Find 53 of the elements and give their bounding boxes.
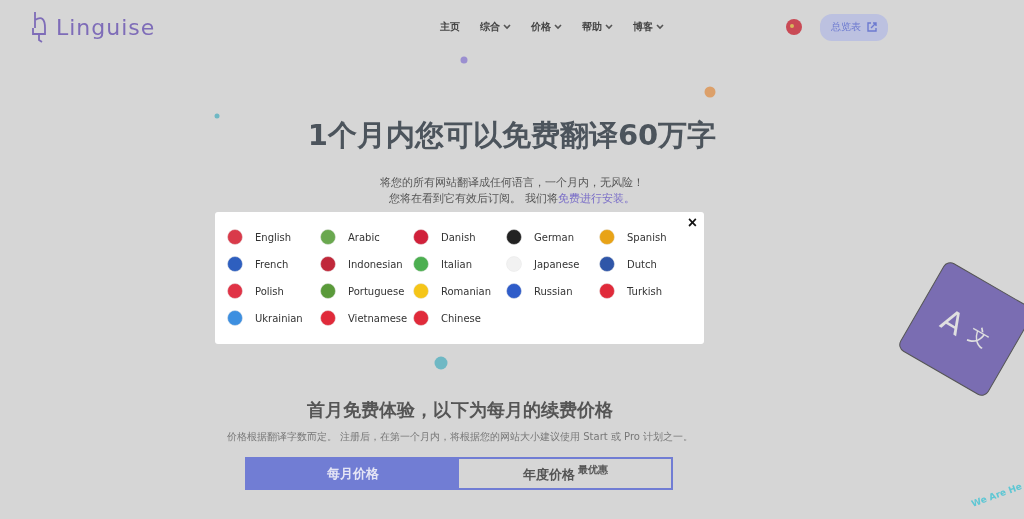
hero-subtitle: 您将在看到它有效后订阅。 我们将免费进行安装。: [388, 192, 636, 206]
flag-icon: [227, 310, 243, 326]
flag-icon: [506, 229, 522, 245]
flag-icon[interactable]: [786, 19, 802, 35]
language-option[interactable]: Turkish: [627, 285, 663, 297]
language-option[interactable]: Indonesian: [348, 258, 403, 270]
external-link-icon: [867, 22, 877, 32]
hero-subtitle: 将您的所有网站翻译成任何语言，一个月内，无风险！: [379, 176, 645, 190]
flag-icon: [413, 310, 429, 326]
hero-title: 1个月内您可以免费翻译60万字: [306, 117, 718, 154]
flag-icon: [413, 256, 429, 272]
flag-icon: [320, 229, 336, 245]
language-option[interactable]: English: [255, 231, 292, 243]
language-option[interactable]: Danish: [441, 231, 476, 243]
decor-dot: [704, 86, 716, 98]
nav-link[interactable]: 价格: [531, 20, 562, 34]
language-option[interactable]: German: [534, 231, 575, 243]
language-option[interactable]: Vietnamese: [348, 312, 408, 324]
close-button[interactable]: ×: [685, 214, 699, 232]
nav-link[interactable]: 帮助: [582, 20, 613, 34]
logo-icon: [30, 10, 48, 44]
decor-dot: [214, 113, 220, 119]
language-option[interactable]: Dutch: [627, 258, 657, 270]
language-option[interactable]: French: [255, 258, 289, 270]
pricing-heading: 首月免费体验，以下为每月的续费价格: [306, 398, 614, 422]
language-option[interactable]: Italian: [441, 258, 473, 270]
nav-link[interactable]: 综合: [480, 20, 511, 34]
flag-icon: [599, 283, 615, 299]
flag-icon: [506, 283, 522, 299]
language-option[interactable]: Russian: [534, 285, 573, 297]
flag-icon: [320, 256, 336, 272]
language-option[interactable]: Ukrainian: [255, 312, 303, 324]
language-option[interactable]: Spanish: [627, 231, 667, 243]
flag-icon: [320, 310, 336, 326]
flag-icon: [599, 256, 615, 272]
language-option[interactable]: Arabic: [348, 231, 380, 243]
flag-icon: [227, 256, 243, 272]
nav-link[interactable]: 博客: [633, 20, 664, 34]
flag-icon: [599, 229, 615, 245]
flag-icon: [227, 229, 243, 245]
flag-icon: [413, 229, 429, 245]
language-option[interactable]: Polish: [255, 285, 284, 297]
flag-icon: [320, 283, 336, 299]
language-option[interactable]: Portuguese: [348, 285, 405, 297]
flag-icon: [413, 283, 429, 299]
language-option[interactable]: Romanian: [441, 285, 492, 297]
pricing-tab[interactable]: 年度价格 $^{最优惠}$: [459, 459, 671, 488]
decor-dot: [434, 356, 448, 370]
language-option[interactable]: Japanese: [534, 258, 580, 270]
nav-link[interactable]: 主页: [440, 20, 460, 34]
flag-icon: [227, 283, 243, 299]
language-option[interactable]: Chinese: [441, 312, 481, 324]
decor-dot: [460, 56, 468, 64]
